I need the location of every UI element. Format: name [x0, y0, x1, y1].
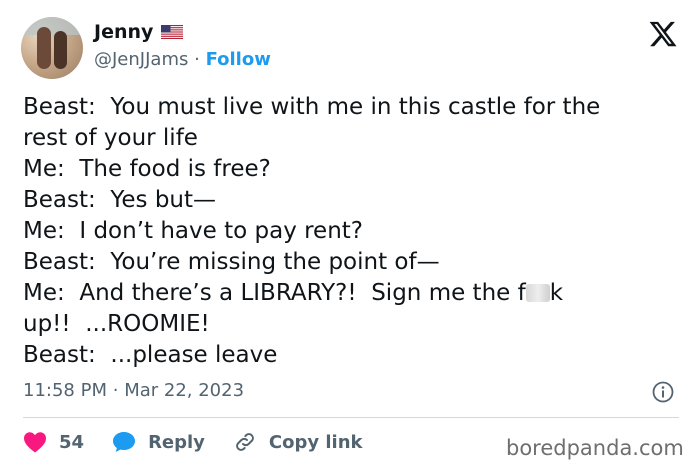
handle-separator: ·: [194, 49, 200, 70]
divider: [23, 417, 679, 418]
avatar-figure: [54, 31, 67, 69]
avatar-background: [21, 17, 83, 35]
timestamp-separator: ·: [112, 380, 119, 401]
author-name-row: Jenny: [94, 21, 184, 43]
copy-link-label: Copy link: [268, 431, 363, 453]
tweet-line: Beast: ...please leave: [23, 342, 278, 368]
avatar[interactable]: [21, 17, 83, 79]
copy-link-button[interactable]: Copy link: [233, 430, 363, 454]
censor-blur: [525, 284, 550, 302]
us-flag-icon: [161, 25, 184, 39]
tweet-line: Me: I don’t have to pay rent?: [23, 218, 364, 244]
reply-bubble-icon: [113, 432, 136, 452]
action-bar: 54 Reply Copy link: [23, 430, 391, 454]
avatar-figure: [37, 27, 51, 69]
tweet-text: Beast: You must live with me in this cas…: [23, 92, 683, 371]
tweet-time: 11:58 PM: [23, 380, 107, 401]
watermark: boredpanda.com: [506, 436, 684, 460]
tweet-date: Mar 22, 2023: [124, 380, 245, 401]
tweet-line: up!! ...ROOMIE!: [23, 311, 210, 337]
tweet-line-part: Me: And there’s a LIBRARY?! Sign me the …: [23, 280, 526, 306]
reply-label: Reply: [148, 431, 205, 453]
heart-icon: [24, 432, 46, 453]
follow-button[interactable]: Follow: [206, 49, 271, 70]
tweet-line: Me: And there’s a LIBRARY?! Sign me the …: [23, 278, 683, 309]
like-button[interactable]: 54: [23, 431, 84, 453]
like-count: 54: [59, 431, 85, 453]
tweet-line: Me: The food is free?: [23, 156, 271, 182]
info-icon[interactable]: [652, 381, 674, 403]
tweet-line: Beast: You’re missing the point of—: [23, 249, 440, 275]
reply-button[interactable]: Reply: [112, 431, 205, 453]
author-handle[interactable]: @JenJJams: [94, 49, 188, 70]
tweet-line: rest of your life: [23, 125, 198, 151]
x-logo-icon[interactable]: [648, 19, 678, 49]
tweet-line: Beast: Yes but—: [23, 187, 217, 213]
author-handle-row: @JenJJams · Follow: [94, 49, 271, 70]
tweet-line-part: k: [549, 280, 564, 306]
tweet-line: Beast: You must live with me in this cas…: [23, 94, 601, 120]
link-icon: [236, 433, 254, 451]
author-name[interactable]: Jenny: [94, 21, 153, 43]
tweet-timestamp[interactable]: 11:58 PM · Mar 22, 2023: [23, 380, 244, 401]
